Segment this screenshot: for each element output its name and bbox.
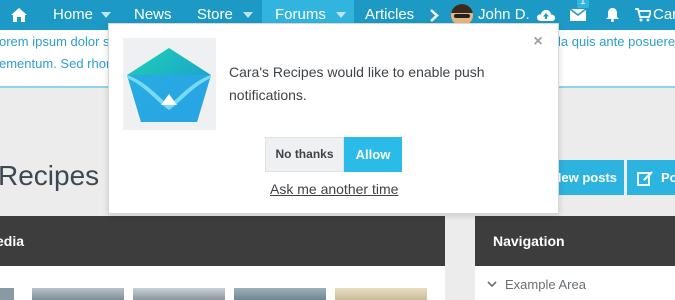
media-thumbnail[interactable] (0, 288, 14, 300)
home-icon[interactable] (8, 0, 30, 30)
notice-text: ementum. Sed rhon (0, 56, 114, 71)
chevron-down-icon[interactable] (335, 12, 346, 19)
ask-later-link[interactable]: Ask me another time (270, 181, 398, 197)
navigation-header: Navigation (475, 216, 675, 266)
notice-text: la quis ante posuere (558, 34, 675, 49)
cart-label[interactable]: Car (653, 0, 675, 30)
notice-text: orem ipsum dolor si (0, 34, 113, 49)
media-thumbnail[interactable] (32, 288, 124, 300)
media-header: edia (0, 216, 445, 266)
media-thumbnail[interactable] (335, 288, 427, 300)
page-title: Recipes (0, 160, 100, 191)
chevron-down-icon[interactable] (101, 12, 112, 19)
media-list (0, 266, 445, 300)
cart-icon[interactable] (634, 0, 652, 30)
media-thumbnail[interactable] (133, 288, 225, 300)
dialog-message: Cara's Recipes would like to enable push… (229, 64, 485, 103)
close-icon[interactable]: × (531, 34, 545, 50)
conversations-badge: 1 (577, 0, 589, 8)
no-thanks-button[interactable]: No thanks (265, 137, 344, 172)
chevron-down-icon (487, 281, 497, 288)
nav-example-area[interactable]: Example Area (487, 277, 586, 292)
post-thread-label: Po (661, 170, 675, 185)
nav-home[interactable]: Home (53, 0, 112, 30)
bell-icon[interactable] (604, 0, 620, 30)
post-thread-button[interactable]: Po (627, 160, 675, 195)
media-thumbnail[interactable] (234, 288, 326, 300)
allow-button[interactable]: Allow (344, 137, 402, 172)
chevron-down-icon[interactable] (242, 12, 253, 19)
site-logo (123, 38, 216, 130)
navigation-panel: Example Area (475, 266, 675, 300)
edit-icon (637, 170, 653, 186)
